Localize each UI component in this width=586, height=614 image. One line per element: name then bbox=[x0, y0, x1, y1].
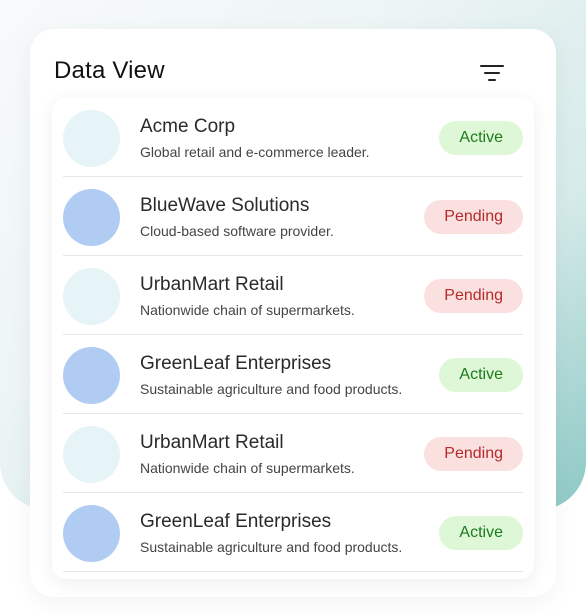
data-view-card: Data View Acme Corp Global retail and e-… bbox=[30, 29, 556, 597]
avatar bbox=[63, 189, 120, 246]
filter-icon bbox=[480, 65, 504, 81]
status-badge: Pending bbox=[424, 437, 523, 471]
filter-button[interactable] bbox=[472, 53, 512, 93]
list-item[interactable]: BlueWave Solutions Cloud-based software … bbox=[63, 177, 523, 256]
list-item[interactable]: Acme Corp Global retail and e-commerce l… bbox=[63, 98, 523, 177]
status-badge: Active bbox=[439, 121, 523, 155]
status-badge: Pending bbox=[424, 200, 523, 234]
company-name: Acme Corp bbox=[140, 116, 236, 137]
avatar bbox=[63, 347, 120, 404]
status-badge: Active bbox=[439, 516, 523, 550]
list-item[interactable]: GreenLeaf Enterprises Sustainable agricu… bbox=[63, 493, 523, 572]
company-name: UrbanMart Retail bbox=[140, 274, 284, 295]
company-name: BlueWave Solutions bbox=[140, 195, 310, 216]
company-description: Sustainable agriculture and food product… bbox=[140, 381, 403, 397]
company-description: Nationwide chain of supermarkets. bbox=[140, 460, 355, 476]
avatar bbox=[63, 268, 120, 325]
page-title: Data View bbox=[54, 57, 165, 84]
company-name: UrbanMart Retail bbox=[140, 432, 284, 453]
company-name: GreenLeaf Enterprises bbox=[140, 511, 332, 532]
list-item[interactable]: UrbanMart Retail Nationwide chain of sup… bbox=[63, 414, 523, 493]
company-description: Global retail and e-commerce leader. bbox=[140, 144, 370, 160]
avatar bbox=[63, 110, 120, 167]
company-list: Acme Corp Global retail and e-commerce l… bbox=[52, 98, 534, 579]
status-badge: Pending bbox=[424, 279, 523, 313]
company-name: GreenLeaf Enterprises bbox=[140, 353, 332, 374]
status-badge: Active bbox=[439, 358, 523, 392]
company-description: Cloud-based software provider. bbox=[140, 223, 334, 239]
company-description: Sustainable agriculture and food product… bbox=[140, 539, 403, 555]
company-description: Nationwide chain of supermarkets. bbox=[140, 302, 355, 318]
avatar bbox=[63, 505, 120, 562]
list-item[interactable]: GreenLeaf Enterprises Sustainable agricu… bbox=[63, 335, 523, 414]
list-item[interactable]: UrbanMart Retail Nationwide chain of sup… bbox=[63, 256, 523, 335]
avatar bbox=[63, 426, 120, 483]
